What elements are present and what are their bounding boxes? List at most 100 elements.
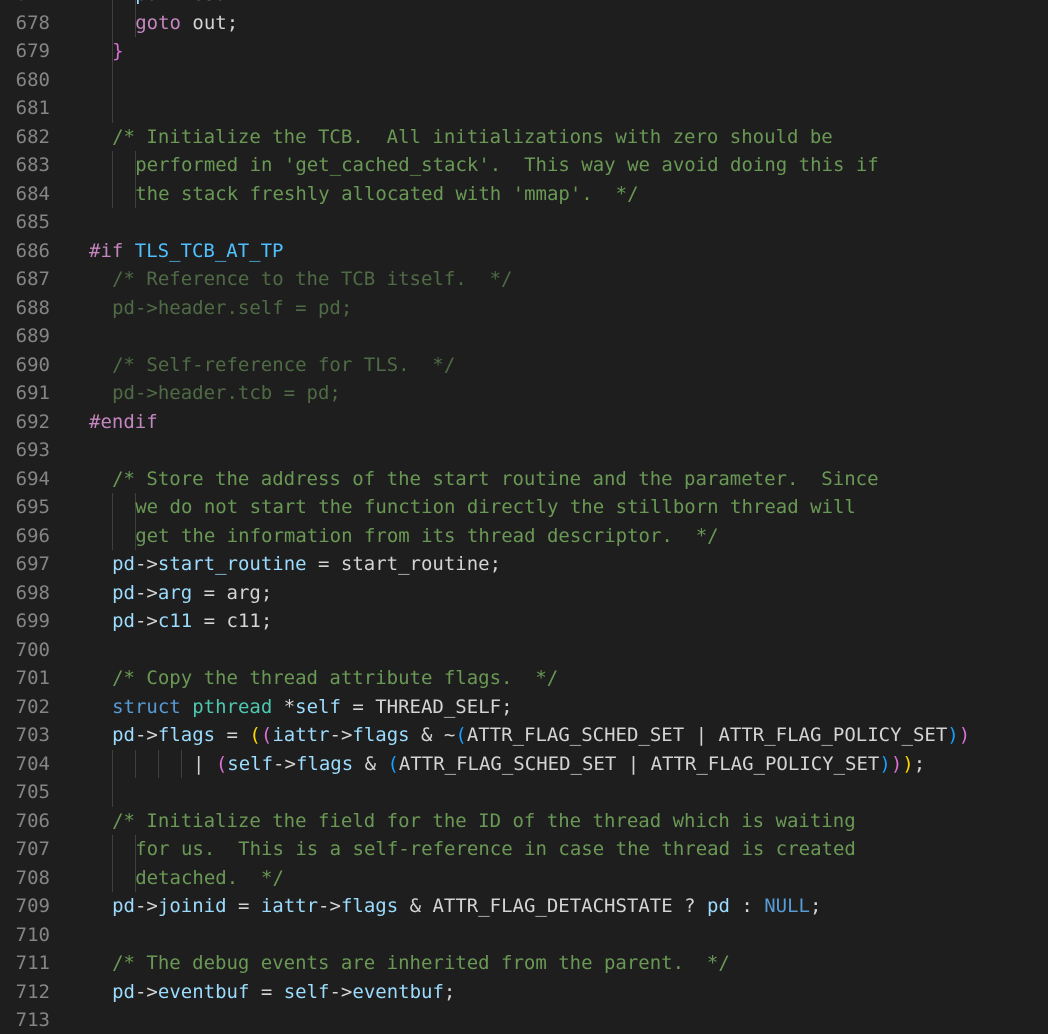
code-line[interactable]: 710 — [0, 921, 1048, 950]
code-line[interactable]: 685 — [0, 208, 1048, 237]
code-token: pd — [112, 724, 135, 746]
code-line[interactable]: 692 #endif — [0, 408, 1048, 437]
code-token: & ~ — [409, 724, 456, 746]
code-line[interactable]: 704 | (self->flags & (ATTR_FLAG_SCHED_SET… — [0, 749, 1048, 779]
code-token: = start_routine; — [306, 553, 502, 575]
code-token: #if — [89, 239, 124, 262]
code-line[interactable]: 709 pd->joinid = iattr->flags & ATTR_FLAG… — [0, 892, 1048, 921]
code-line[interactable]: 693 — [0, 436, 1048, 465]
code-line[interactable]: 708 detached. */ — [0, 863, 1048, 892]
code-line[interactable]: 700 — [0, 636, 1048, 665]
code-line[interactable]: 679} — [0, 37, 1048, 66]
code-text: #endif — [89, 408, 158, 437]
line-number: 700 — [15, 638, 50, 661]
line-number: 712 — [15, 980, 50, 1003]
line-number: 681 — [15, 97, 50, 119]
code-token: -> — [134, 980, 158, 1003]
line-number: 708 — [15, 866, 50, 889]
code-line[interactable]: 683 performed in 'get_cached_stack'. This… — [0, 151, 1048, 180]
code-token: /* Copy the thread attribute flags. */ — [112, 667, 559, 689]
code-token: } — [112, 40, 124, 62]
indent-guide — [112, 8, 113, 37]
indent-guide — [135, 749, 136, 778]
line-number: 678 — [15, 11, 50, 34]
code-text: pd->arg = arg; — [112, 579, 272, 608]
code-line[interactable]: 701 /* Copy the thread attribute flags. *… — [0, 664, 1048, 693]
code-line[interactable]: 689 — [0, 322, 1048, 351]
code-line[interactable]: 686 #if TLS_TCB_AT_TP — [0, 237, 1048, 266]
line-number: 677 — [0, 0, 50, 9]
code-line[interactable]: 702 struct pthread *self = THREAD_SELF; — [0, 693, 1048, 722]
code-lines: 677pd->result = ...678goto out;679}68068… — [0, 0, 1048, 1034]
code-token: -> — [329, 980, 353, 1003]
indent-guide — [112, 863, 113, 892]
code-token: we do not start the function directly th… — [135, 496, 856, 518]
code-token: = c11; — [192, 610, 273, 632]
code-token: c11 — [157, 610, 193, 632]
code-line[interactable]: 697 pd->start_routine = start_routine; — [0, 550, 1048, 579]
code-token: start_routine — [157, 553, 307, 575]
code-token: flags — [340, 895, 399, 917]
code-line[interactable]: 703 pd->flags = ((iattr->flags & ~(ATTR_F… — [0, 721, 1048, 750]
code-line[interactable]: 707 for us. This is a self-reference in c… — [0, 835, 1048, 864]
code-line[interactable]: 684 the stack freshly allocated with 'mma… — [0, 179, 1048, 208]
code-token: -> — [134, 895, 158, 917]
line-number: 693 — [15, 439, 50, 461]
code-line[interactable]: 687 /* Reference to the TCB itself. */ — [0, 265, 1048, 294]
code-line[interactable]: 680 — [0, 65, 1048, 94]
code-editor[interactable]: 677pd->result = ...678goto out;679}68068… — [0, 0, 1048, 1034]
code-text: pd->eventbuf = self->eventbuf; — [112, 978, 455, 1007]
code-line[interactable]: 677 pd->result = ... — [0, 0, 1048, 9]
code-line[interactable]: 691 pd->header.tcb = pd; — [0, 379, 1048, 408]
code-line[interactable]: 681 — [0, 94, 1048, 123]
code-text: /* Reference to the TCB itself. */ — [112, 265, 512, 294]
code-text: pd->result = ... — [135, 0, 318, 9]
code-token: flags — [295, 752, 354, 775]
line-number: 691 — [15, 382, 50, 404]
code-token: ( — [260, 724, 273, 746]
line-number: 679 — [15, 40, 50, 62]
code-text: | (self->flags & (ATTR_FLAG_SCHED_SET | … — [193, 750, 925, 779]
code-line[interactable]: 696 get the information from its thread d… — [0, 521, 1048, 551]
code-token: self — [295, 695, 341, 718]
indent-guide — [112, 521, 113, 550]
line-number: 703 — [15, 724, 50, 746]
code-line[interactable]: 682 /* Initialize the TCB. All initializa… — [0, 123, 1048, 152]
code-line[interactable]: 699 pd->c11 = c11; — [0, 607, 1048, 636]
line-number: 688 — [15, 296, 50, 319]
code-line[interactable]: 678 goto out; — [0, 8, 1048, 37]
code-line[interactable]: 705 — [0, 778, 1048, 807]
code-token: self — [283, 980, 330, 1003]
line-number: 692 — [15, 410, 50, 433]
line-number: 683 — [15, 154, 50, 176]
line-number: 704 — [15, 752, 50, 775]
line-number: 690 — [15, 353, 50, 376]
code-text: pd->c11 = c11; — [112, 607, 272, 636]
code-token: = — [226, 895, 261, 917]
line-number: 710 — [15, 923, 50, 946]
code-text: /* Initialize the TCB. All initializatio… — [112, 123, 833, 152]
code-token: = arg; — [192, 581, 273, 604]
code-line[interactable]: 688 pd->header.self = pd; — [0, 294, 1048, 323]
indent-guide — [112, 179, 113, 208]
code-line[interactable]: 706 /* Initialize the field for the ID of… — [0, 807, 1048, 836]
code-line[interactable]: 698 pd->arg = arg; — [0, 579, 1048, 608]
code-line[interactable]: 690 /* Self-reference for TLS. */ — [0, 351, 1048, 380]
code-token: goto — [135, 11, 181, 34]
line-number: 699 — [15, 610, 50, 632]
code-text: pd->joinid = iattr->flags & ATTR_FLAG_DE… — [112, 892, 821, 921]
code-line[interactable]: 712 pd->eventbuf = self->eventbuf; — [0, 978, 1048, 1007]
code-line[interactable]: 694 /* Store the address of the start rou… — [0, 465, 1048, 494]
code-line[interactable]: 711 /* The debug events are inherited fro… — [0, 949, 1048, 978]
code-text: get the information from its thread desc… — [135, 522, 718, 551]
code-line[interactable]: 695 we do not start the function directly… — [0, 493, 1048, 522]
code-token: pd — [707, 895, 730, 917]
code-line[interactable]: 713 — [0, 1006, 1048, 1034]
code-token: pd — [112, 895, 135, 917]
code-text: /* Self-reference for TLS. */ — [112, 351, 455, 380]
code-text: for us. This is a self-reference in case… — [135, 835, 856, 864]
code-token: joinid — [157, 895, 227, 917]
indent-guide — [112, 749, 113, 778]
line-number: 702 — [15, 695, 50, 718]
